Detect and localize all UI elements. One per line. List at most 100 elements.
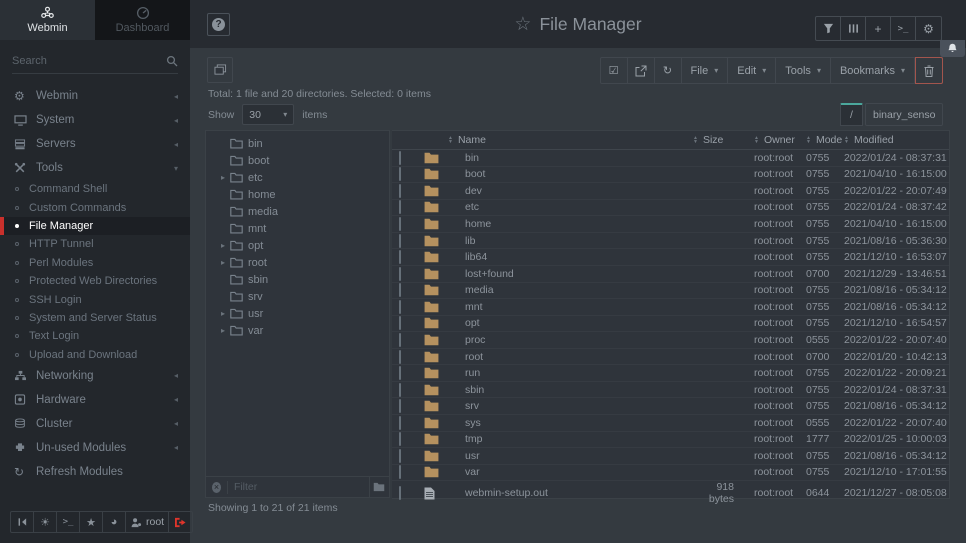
- row-checkbox[interactable]: [399, 316, 401, 330]
- star-outline-icon[interactable]: ☆: [514, 13, 531, 36]
- column-header-size[interactable]: ▲▼Size: [691, 134, 746, 146]
- row-checkbox[interactable]: [399, 217, 401, 231]
- table-row[interactable]: sbinroot:root07552022/01/24 - 08:37:31: [392, 382, 949, 399]
- expand-icon[interactable]: ▸: [216, 258, 230, 267]
- file-name[interactable]: lost+found: [448, 268, 691, 280]
- sidebar-item-ssh-login[interactable]: SSH Login: [0, 290, 190, 308]
- sidebar-item-system[interactable]: System◂: [0, 108, 190, 132]
- sidebar-item-upload-and-download[interactable]: Upload and Download: [0, 346, 190, 364]
- file-name[interactable]: lib64: [448, 251, 691, 263]
- table-row[interactable]: libroot:root07552021/08/16 - 05:36:30: [392, 233, 949, 250]
- menu-tools[interactable]: Tools▾: [776, 58, 831, 83]
- tree-item-mnt[interactable]: mnt: [206, 220, 389, 237]
- table-row[interactable]: lost+foundroot:root07002021/12/29 - 13:4…: [392, 266, 949, 283]
- sidebar-item-webmin[interactable]: ⚙Webmin◂: [0, 84, 190, 108]
- file-name[interactable]: mnt: [448, 301, 691, 313]
- row-checkbox[interactable]: [399, 432, 401, 446]
- file-name[interactable]: sys: [448, 417, 691, 429]
- row-checkbox[interactable]: [399, 300, 401, 314]
- table-row[interactable]: procroot:root05552022/01/22 - 20:07:40: [392, 332, 949, 349]
- table-row[interactable]: binroot:root07552022/01/24 - 08:37:31: [392, 150, 949, 167]
- expand-icon[interactable]: ▸: [216, 309, 230, 318]
- table-row[interactable]: lib64root:root07552021/12/10 - 16:53:07: [392, 249, 949, 266]
- table-row[interactable]: optroot:root07552021/12/10 - 16:54:57: [392, 316, 949, 333]
- export-button[interactable]: [628, 58, 655, 83]
- tree-item-opt[interactable]: ▸opt: [206, 237, 389, 254]
- row-checkbox[interactable]: [399, 465, 401, 479]
- column-header-name[interactable]: ▲▼Name: [448, 134, 691, 146]
- tab-webmin[interactable]: Webmin: [0, 0, 95, 40]
- tree-item-boot[interactable]: boot: [206, 152, 389, 169]
- table-row[interactable]: etcroot:root07552022/01/24 - 08:37:42: [392, 200, 949, 217]
- terminal-button[interactable]: >_: [891, 17, 916, 40]
- sidebar-item-servers[interactable]: Servers◂: [0, 132, 190, 156]
- row-checkbox[interactable]: [399, 283, 401, 297]
- column-header-mode[interactable]: ▲▼Mode: [798, 134, 836, 146]
- table-row[interactable]: srvroot:root07552021/08/16 - 05:34:12: [392, 398, 949, 415]
- sidebar-item-protected-web-directories[interactable]: Protected Web Directories: [0, 272, 190, 290]
- sidebar-item-http-tunnel[interactable]: HTTP Tunnel: [0, 235, 190, 253]
- tree-item-srv[interactable]: srv: [206, 288, 389, 305]
- row-checkbox[interactable]: [399, 383, 401, 397]
- table-row[interactable]: usrroot:root07552021/08/16 - 05:34:12: [392, 448, 949, 465]
- user-button[interactable]: root: [126, 512, 169, 532]
- file-name[interactable]: webmin-setup.out: [448, 487, 691, 499]
- column-header-owner[interactable]: ▲▼Owner: [746, 134, 798, 146]
- favorites-button[interactable]: ★: [80, 512, 103, 532]
- file-name[interactable]: proc: [448, 334, 691, 346]
- sidebar-item-file-manager[interactable]: File Manager: [0, 217, 190, 235]
- file-name[interactable]: opt: [448, 317, 691, 329]
- table-row[interactable]: mediaroot:root07552021/08/16 - 05:34:12: [392, 283, 949, 300]
- filter-button[interactable]: [816, 17, 841, 40]
- file-name[interactable]: srv: [448, 400, 691, 412]
- row-checkbox[interactable]: [399, 167, 401, 181]
- table-row[interactable]: homeroot:root07552021/04/10 - 16:15:00: [392, 216, 949, 233]
- table-row[interactable]: rootroot:root07002022/01/20 - 10:42:13: [392, 349, 949, 366]
- show-count-select[interactable]: 30 ▾: [242, 104, 294, 125]
- tree-folder-button[interactable]: [369, 477, 389, 497]
- sidebar-item-custom-commands[interactable]: Custom Commands: [0, 198, 190, 216]
- table-row[interactable]: runroot:root07552022/01/22 - 20:09:21: [392, 365, 949, 382]
- add-button[interactable]: +: [866, 17, 891, 40]
- sidebar-item-system-and-server-status[interactable]: System and Server Status: [0, 309, 190, 327]
- paste-buffer-button[interactable]: [207, 57, 233, 83]
- menu-bookmarks[interactable]: Bookmarks▾: [831, 58, 915, 83]
- tree-item-usr[interactable]: ▸usr: [206, 305, 389, 322]
- row-checkbox[interactable]: [399, 267, 401, 281]
- tree-item-root[interactable]: ▸root: [206, 254, 389, 271]
- table-row[interactable]: tmproot:root17772022/01/25 - 10:00:03: [392, 432, 949, 449]
- notifications-tab[interactable]: [940, 40, 965, 57]
- sidebar-item-text-login[interactable]: Text Login: [0, 327, 190, 345]
- sidebar-item-refresh-modules[interactable]: ↻Refresh Modules: [0, 460, 190, 484]
- expand-icon[interactable]: ▸: [216, 326, 230, 335]
- file-name[interactable]: tmp: [448, 433, 691, 445]
- sidebar-item-command-shell[interactable]: Command Shell: [0, 180, 190, 198]
- tab-dashboard[interactable]: Dashboard: [95, 0, 190, 40]
- file-name[interactable]: etc: [448, 201, 691, 213]
- menu-file[interactable]: File▾: [682, 58, 729, 83]
- delete-button[interactable]: [915, 57, 943, 84]
- row-checkbox[interactable]: [399, 449, 401, 463]
- row-checkbox[interactable]: [399, 350, 401, 364]
- path-search-input[interactable]: [865, 103, 943, 126]
- row-checkbox[interactable]: [399, 366, 401, 380]
- tree-item-bin[interactable]: bin: [206, 135, 389, 152]
- row-checkbox[interactable]: [399, 234, 401, 248]
- sidebar-item-tools[interactable]: Tools▾: [0, 156, 190, 180]
- tree-item-sbin[interactable]: sbin: [206, 271, 389, 288]
- tree-item-var[interactable]: ▸var: [206, 322, 389, 339]
- select-all-button[interactable]: ☑: [601, 58, 628, 83]
- file-name[interactable]: media: [448, 284, 691, 296]
- theme-palette-button[interactable]: ◕: [103, 512, 126, 532]
- row-checkbox[interactable]: [399, 200, 401, 214]
- theme-toggle-button[interactable]: ☀: [34, 512, 57, 532]
- row-checkbox[interactable]: [399, 184, 401, 198]
- menu-edit[interactable]: Edit▾: [728, 58, 776, 83]
- table-row[interactable]: sysroot:root05552022/01/22 - 20:07:40: [392, 415, 949, 432]
- row-checkbox[interactable]: [399, 399, 401, 413]
- columns-button[interactable]: [841, 17, 866, 40]
- row-checkbox[interactable]: [399, 250, 401, 264]
- tree-item-media[interactable]: media: [206, 203, 389, 220]
- expand-icon[interactable]: ▸: [216, 173, 230, 182]
- row-checkbox[interactable]: [399, 333, 401, 347]
